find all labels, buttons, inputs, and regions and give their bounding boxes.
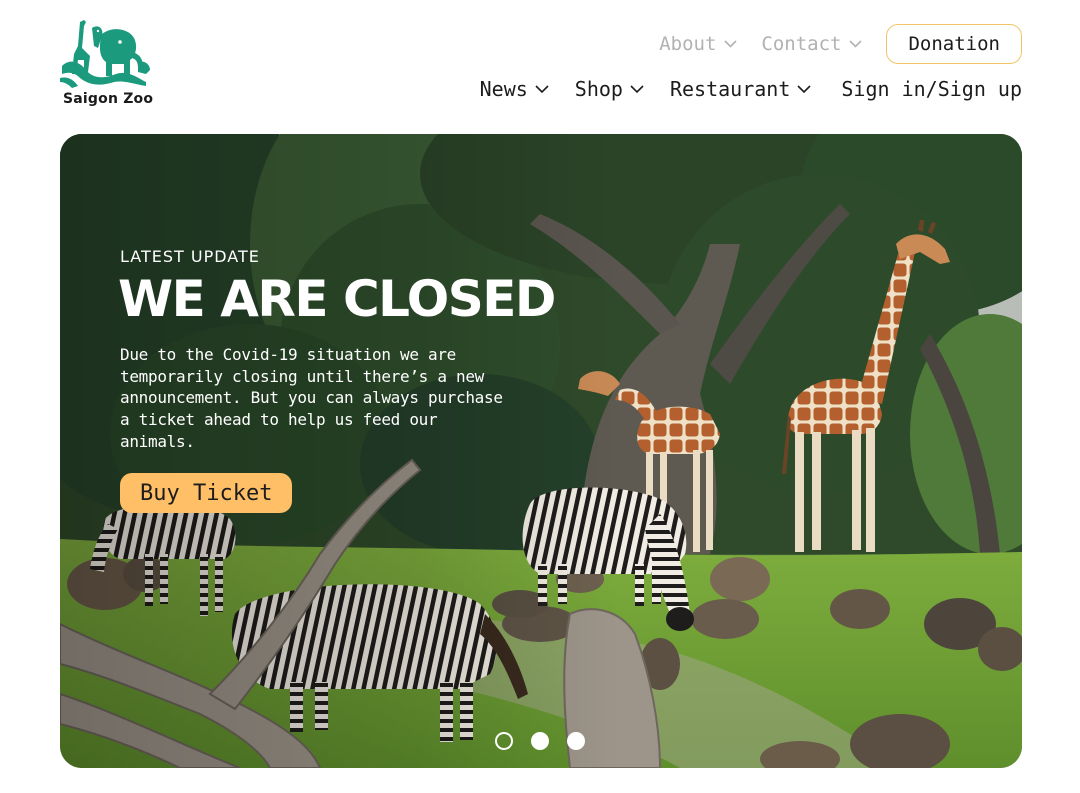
nav-item-about[interactable]: About: [659, 33, 737, 55]
slide-indicator: [495, 732, 603, 750]
donation-button[interactable]: Donation: [886, 24, 1022, 64]
nav-restaurant-label: Restaurant: [669, 77, 791, 101]
chevron-down-icon: [849, 40, 863, 48]
buy-ticket-button[interactable]: Buy Ticket: [120, 473, 293, 513]
nav-item-contact[interactable]: Contact: [761, 33, 863, 55]
signin-link[interactable]: Sign in/Sign up: [841, 77, 1022, 101]
hero-description: Due to the Covid-19 situation we are tem…: [120, 345, 503, 451]
main-nav: News Shop Restaurant Sign in/Sign up: [480, 77, 1022, 101]
zoo-logo-icon: [60, 20, 150, 88]
nav-news-label: News: [479, 77, 528, 101]
nav-item-news[interactable]: News: [480, 77, 549, 101]
hero-banner: LATEST UPDATE WE ARE CLOSED Due to the C…: [60, 134, 1022, 768]
brand-name: Saigon Zoo: [63, 91, 154, 107]
top-nav: About Contact Donation: [659, 24, 1022, 64]
nav-about-label: About: [659, 33, 717, 55]
nav-item-restaurant[interactable]: Restaurant: [670, 77, 811, 101]
chevron-down-icon: [724, 40, 737, 48]
slide-dot-1[interactable]: [495, 732, 513, 750]
hero-title: WE ARE CLOSED: [118, 270, 556, 328]
slide-dot-3[interactable]: [567, 732, 585, 750]
zoo-logo[interactable]: Saigon Zoo: [58, 18, 154, 112]
chevron-down-icon: [630, 84, 644, 94]
slide-dot-2[interactable]: [531, 732, 549, 750]
nav-item-shop[interactable]: Shop: [575, 77, 644, 101]
chevron-down-icon: [797, 84, 811, 94]
chevron-down-icon: [535, 84, 549, 94]
nav-shop-label: Shop: [574, 77, 623, 101]
hero-eyebrow: LATEST UPDATE: [120, 247, 260, 266]
nav-contact-label: Contact: [761, 33, 842, 55]
